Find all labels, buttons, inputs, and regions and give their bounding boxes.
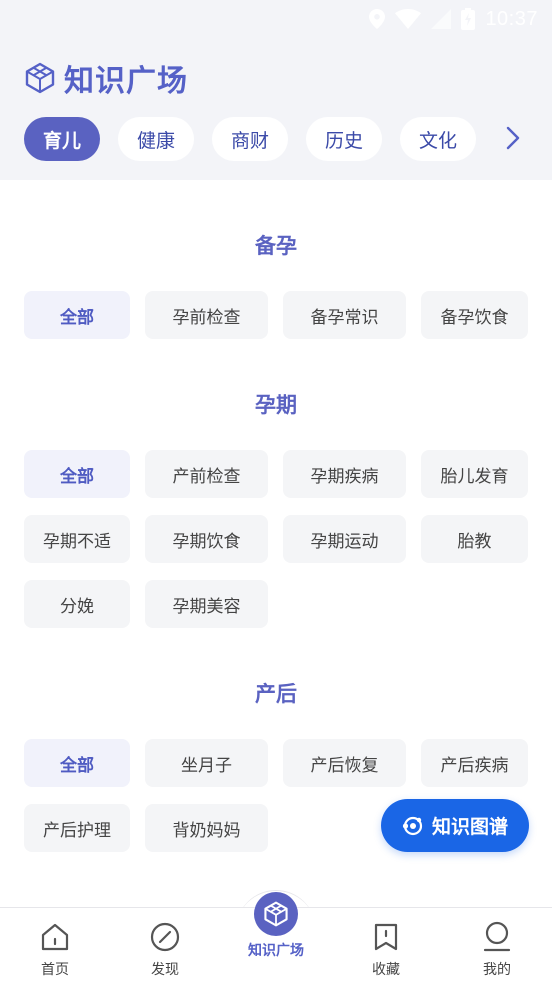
nav-favorites[interactable]: 收藏 <box>331 908 441 982</box>
tab-business[interactable]: 商财 <box>212 117 288 161</box>
location-icon <box>369 9 386 29</box>
chip-item[interactable]: 孕期运动 <box>283 515 406 563</box>
nav-discover-label: 发现 <box>151 962 179 978</box>
wifi-icon <box>395 9 422 29</box>
bottom-nav: 首页 发现 知识广场 收藏 我的 <box>0 892 552 982</box>
section-title-postpartum: 产后 <box>255 682 297 706</box>
section-title-prepregnancy: 备孕 <box>255 234 297 258</box>
header: 10:37 知识广场 育儿 健康 商财 历史 文化 <box>0 0 552 180</box>
chip-item[interactable]: 产后护理 <box>24 804 130 852</box>
chip-item[interactable]: 孕前检查 <box>145 291 268 339</box>
chip-all[interactable]: 全部 <box>24 450 130 498</box>
nav-favorites-label: 收藏 <box>372 962 400 978</box>
nav-profile-label: 我的 <box>483 962 511 978</box>
chip-item[interactable]: 胎儿发育 <box>421 450 528 498</box>
section-title-pregnancy: 孕期 <box>255 393 297 417</box>
category-tabs: 育儿 健康 商财 历史 文化 <box>24 116 544 162</box>
chip-item[interactable]: 孕期美容 <box>145 580 268 628</box>
chip-item[interactable]: 孕期饮食 <box>145 515 268 563</box>
chip-item[interactable]: 备孕常识 <box>283 291 406 339</box>
home-icon <box>41 923 69 951</box>
chip-item[interactable]: 备孕饮食 <box>421 291 528 339</box>
tab-parenting[interactable]: 育儿 <box>24 117 100 161</box>
nav-home[interactable]: 首页 <box>0 908 110 982</box>
nav-home-label: 首页 <box>41 962 69 978</box>
nav-discover[interactable]: 发现 <box>110 908 220 982</box>
knowledge-graph-label: 知识图谱 <box>431 816 508 838</box>
chip-item[interactable]: 孕期疾病 <box>283 450 406 498</box>
chip-item[interactable]: 分娩 <box>24 580 130 628</box>
tab-health[interactable]: 健康 <box>118 117 194 161</box>
knowledge-graph-button[interactable]: 知识图谱 <box>381 799 529 852</box>
chip-item[interactable]: 坐月子 <box>145 739 268 787</box>
nav-knowledge-square-label: 知识广场 <box>248 943 304 959</box>
cube-icon <box>25 62 55 94</box>
tab-history[interactable]: 历史 <box>306 117 382 161</box>
status-time: 10:37 <box>485 7 538 30</box>
chip-item[interactable]: 胎教 <box>421 515 528 563</box>
compass-icon <box>150 922 180 952</box>
page-title-text: 知识广场 <box>64 64 188 99</box>
chip-all[interactable]: 全部 <box>24 739 130 787</box>
chip-item[interactable]: 产后疾病 <box>421 739 528 787</box>
page-title: 知识广场 <box>24 56 188 100</box>
cube-icon <box>264 901 288 927</box>
chip-item[interactable]: 孕期不适 <box>24 515 130 563</box>
signal-icon <box>431 9 452 29</box>
chip-item[interactable]: 背奶妈妈 <box>145 804 268 852</box>
nav-knowledge-square[interactable]: 知识广场 <box>221 892 331 982</box>
chip-item[interactable]: 产后恢复 <box>283 739 406 787</box>
knowledge-square-badge <box>254 892 298 936</box>
chip-item[interactable]: 产前检查 <box>145 450 268 498</box>
bookmark-icon <box>374 923 398 951</box>
status-bar: 10:37 <box>369 6 538 32</box>
battery-icon <box>461 8 476 30</box>
user-icon <box>483 921 511 952</box>
graph-icon <box>402 816 423 835</box>
tab-culture[interactable]: 文化 <box>400 117 476 161</box>
chip-all[interactable]: 全部 <box>24 291 130 339</box>
nav-profile[interactable]: 我的 <box>442 908 552 982</box>
chevron-right-icon[interactable] <box>506 126 520 150</box>
